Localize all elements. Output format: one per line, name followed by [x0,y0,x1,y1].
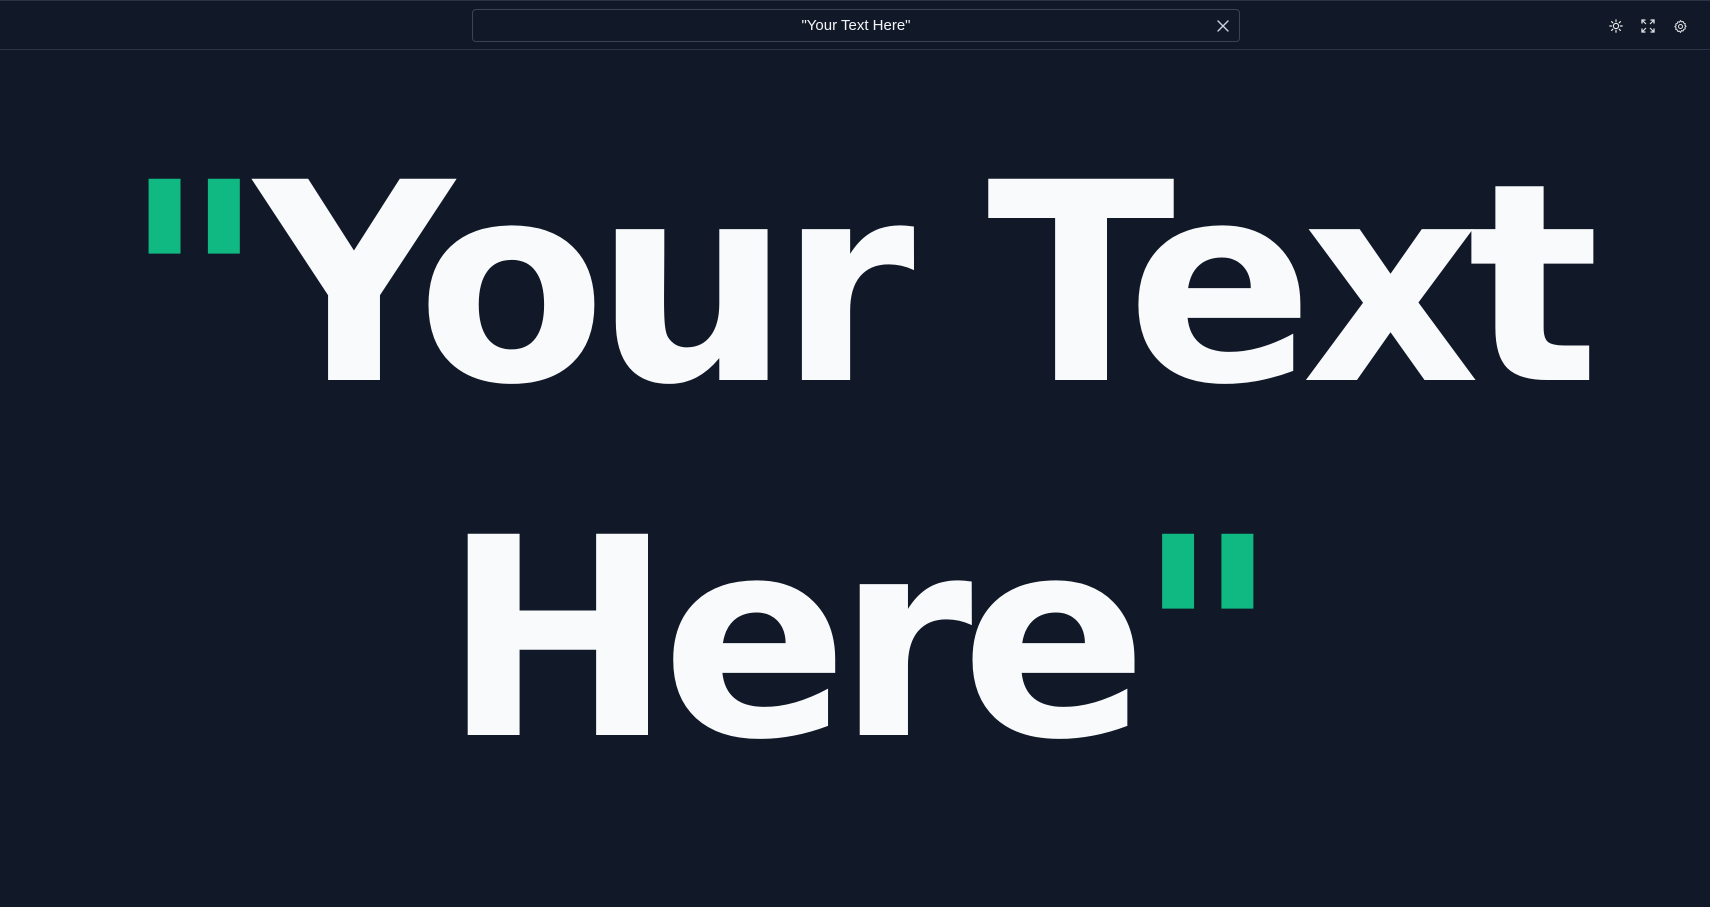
gear-icon [1673,19,1687,33]
display-text-content: Your Text Here [254,124,1600,801]
open-quote: " [122,124,266,446]
expand-icon [1641,19,1655,33]
text-display-area: "Your Text Here" [0,50,1710,907]
theme-toggle-button[interactable] [1605,15,1627,37]
clear-text-button[interactable] [1214,17,1232,35]
close-icon [1217,20,1229,32]
sun-icon [1609,19,1623,33]
text-input[interactable] [472,9,1240,42]
display-text: "Your Text Here" [0,108,1710,818]
fullscreen-button[interactable] [1637,15,1659,37]
settings-button[interactable] [1669,15,1691,37]
close-quote: " [1135,479,1280,801]
top-toolbar [0,0,1710,50]
